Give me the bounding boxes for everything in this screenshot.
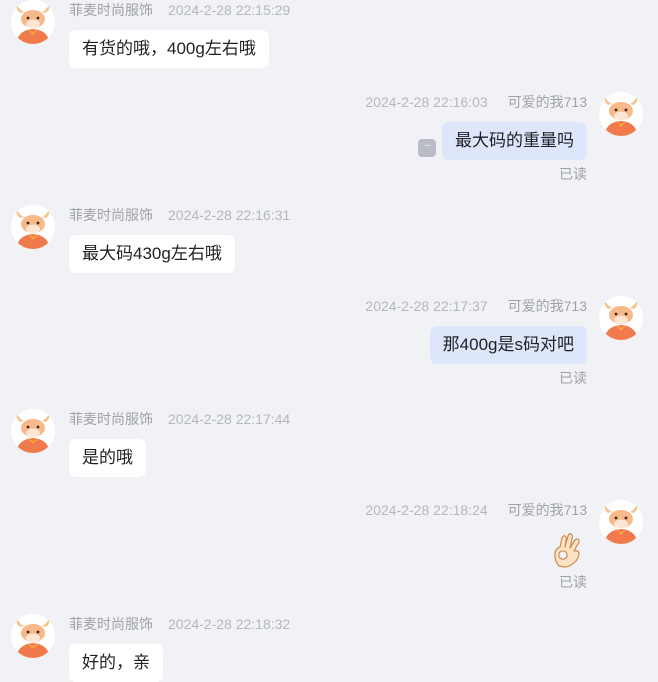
bull-avatar-icon xyxy=(599,296,643,340)
user-avatar[interactable] xyxy=(599,296,643,340)
message-meta: 菲麦时尚服饰 2024-2-28 22:18:32 xyxy=(69,616,290,632)
chat-message-list[interactable]: 菲麦时尚服饰 2024-2-28 22:15:29 有货的哦，400g左右哦 20… xyxy=(0,0,658,682)
message-time: 2024-2-28 22:17:44 xyxy=(168,411,291,427)
message-time: 2024-2-28 22:18:24 xyxy=(365,502,488,518)
message-row-outgoing: 2024-2-28 22:17:37 可爱的我713 那400g是s码对吧 已读 xyxy=(0,296,658,396)
read-status: 已读 xyxy=(559,574,587,590)
seller-avatar[interactable] xyxy=(11,205,55,249)
message-row-incoming: 菲麦时尚服饰 2024-2-28 22:16:31 最大码430g左右哦 xyxy=(0,205,658,275)
message-time: 2024-2-28 22:16:03 xyxy=(365,94,488,110)
message-bubble[interactable]: 好的，亲 xyxy=(69,644,163,682)
message-meta: 菲麦时尚服饰 2024-2-28 22:15:29 xyxy=(69,2,290,18)
message-bubble[interactable]: 有货的哦，400g左右哦 xyxy=(69,30,269,68)
seller-avatar[interactable] xyxy=(11,614,55,658)
message-bubble[interactable]: 最大码430g左右哦 xyxy=(69,235,235,273)
message-time: 2024-2-28 22:17:37 xyxy=(365,298,488,314)
sender-name: 可爱的我713 xyxy=(507,298,587,314)
sender-name: 菲麦时尚服饰 xyxy=(69,207,153,223)
more-options-button[interactable]: ··· xyxy=(418,139,436,157)
sender-name: 菲麦时尚服饰 xyxy=(69,411,153,427)
message-meta: 菲麦时尚服饰 2024-2-28 22:16:31 xyxy=(69,207,290,223)
message-bubble[interactable]: 最大码的重量吗 xyxy=(442,122,587,160)
message-time: 2024-2-28 22:18:32 xyxy=(168,616,291,632)
message-meta: 2024-2-28 22:16:03 可爱的我713 xyxy=(365,94,587,110)
ok-hand-icon[interactable] xyxy=(551,530,585,568)
message-meta: 2024-2-28 22:17:37 可爱的我713 xyxy=(365,298,587,314)
read-status: 已读 xyxy=(559,166,587,182)
message-time: 2024-2-28 22:15:29 xyxy=(168,2,291,18)
sender-name: 可爱的我713 xyxy=(507,502,587,518)
sender-name: 可爱的我713 xyxy=(507,94,587,110)
bull-avatar-icon xyxy=(11,205,55,249)
user-avatar[interactable] xyxy=(599,92,643,136)
message-row-outgoing: 2024-2-28 22:16:03 可爱的我713 ··· 最大码的重量吗 已读 xyxy=(0,92,658,192)
user-avatar[interactable] xyxy=(599,500,643,544)
bull-avatar-icon xyxy=(11,0,55,44)
bull-avatar-icon xyxy=(599,92,643,136)
message-time: 2024-2-28 22:16:31 xyxy=(168,207,291,223)
message-bubble[interactable]: 那400g是s码对吧 xyxy=(429,326,587,364)
message-bubble[interactable]: 是的哦 xyxy=(69,439,146,477)
seller-avatar[interactable] xyxy=(11,409,55,453)
message-row-incoming: 菲麦时尚服饰 2024-2-28 22:17:44 是的哦 xyxy=(0,409,658,479)
message-row-outgoing: 2024-2-28 22:18:24 可爱的我713 已读 xyxy=(0,500,658,600)
message-row-incoming: 菲麦时尚服饰 2024-2-28 22:15:29 有货的哦，400g左右哦 xyxy=(0,0,658,70)
bull-avatar-icon xyxy=(11,614,55,658)
sender-name: 菲麦时尚服饰 xyxy=(69,616,153,632)
read-status: 已读 xyxy=(559,370,587,386)
sender-name: 菲麦时尚服饰 xyxy=(69,2,153,18)
seller-avatar[interactable] xyxy=(11,0,55,44)
bull-avatar-icon xyxy=(11,409,55,453)
message-meta: 菲麦时尚服饰 2024-2-28 22:17:44 xyxy=(69,411,290,427)
message-meta: 2024-2-28 22:18:24 可爱的我713 xyxy=(365,502,587,518)
message-row-incoming: 菲麦时尚服饰 2024-2-28 22:18:32 好的，亲 xyxy=(0,614,658,682)
bull-avatar-icon xyxy=(599,500,643,544)
